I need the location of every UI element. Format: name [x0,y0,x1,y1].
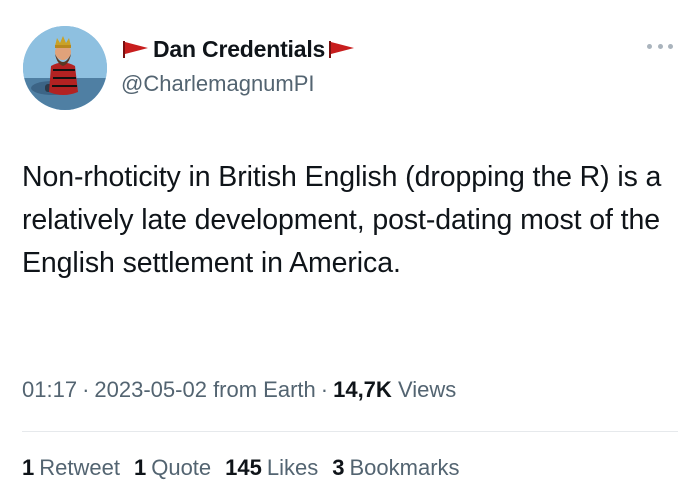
profile-avatar-icon [23,26,107,110]
tweet-card: Dan Credentials @CharlemagnumPI Non-rhot… [0,0,700,503]
views-count: 14,7K [333,377,392,402]
author-handle[interactable]: @CharlemagnumPI [121,71,315,97]
quotes-count: 1 [133,455,147,480]
author-display-name[interactable]: Dan Credentials [153,36,325,63]
meta-separator: · [320,377,329,402]
tweet-date[interactable]: 2023-05-02 [94,377,207,402]
bookmarks-stat[interactable]: 3 Bookmarks [332,455,459,481]
tweet-meta: 01:17 · 2023-05-02 from Earth · 14,7K Views [22,377,456,403]
avatar[interactable] [23,26,107,110]
retweets-count: 1 [22,455,35,480]
tweet-time[interactable]: 01:17 [22,377,77,402]
quotes-stat[interactable]: 1 Quote [134,455,211,481]
tweet-source: from Earth [213,377,316,402]
quotes-label: Quote [151,455,212,480]
divider [22,431,678,432]
more-dot [668,43,673,49]
author-name-row[interactable]: Dan Credentials [120,35,358,63]
more-dot [647,43,652,49]
engagement-stats: 1 Retweet 1 Quote 145 Likes 3 Bookmarks [22,455,460,481]
red-flag-icon [326,39,358,59]
more-options-icon[interactable] [647,36,673,56]
likes-count: 145 [225,455,262,480]
views-label: Views [397,377,457,402]
likes-stat[interactable]: 145 Likes [225,455,318,481]
bookmarks-count: 3 [332,455,345,480]
retweets-label: Retweet [39,455,120,480]
bookmarks-label: Bookmarks [349,455,460,480]
red-flag-icon [120,39,152,59]
more-dot [657,43,663,49]
tweet-text: Non-rhoticity in British English (droppi… [22,161,662,279]
retweets-stat[interactable]: 1 Retweet [22,455,120,481]
likes-label: Likes [266,455,319,480]
meta-separator: · [82,377,90,402]
